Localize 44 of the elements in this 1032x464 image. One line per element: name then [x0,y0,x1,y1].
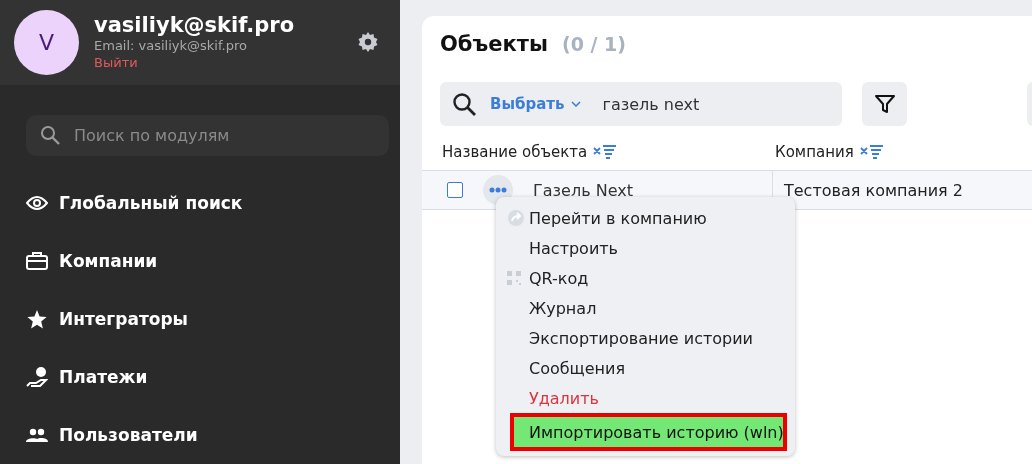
module-search-bar[interactable]: Поиск по модулям [26,114,389,156]
menu-item[interactable]: Экспортирование истории [496,323,795,353]
nav-item[interactable]: Глобальный поиск [0,174,400,232]
more-dots-icon [489,187,507,193]
menu-item[interactable]: Сообщения [496,353,795,383]
menu-item[interactable]: Импортировать историю (wln) [510,413,787,451]
search-bar[interactable]: Выбрать газель next [440,82,842,126]
menu-item[interactable]: Удалить [496,383,795,413]
star-icon [26,309,48,329]
filter-icon [873,93,896,115]
users-icon [26,428,48,442]
nav-item[interactable]: Пользователи [0,406,400,464]
nav-item[interactable]: Платежи [0,348,400,406]
filter-button[interactable] [862,82,907,126]
table-cell: Тестовая компания 2 [784,180,963,200]
user-email: Email: vasiliyk@skif.pro [94,38,248,55]
search-icon [452,92,476,116]
search-field[interactable]: газель next [600,93,830,115]
module-search-field[interactable]: Поиск по модулям [72,124,375,146]
column-header[interactable]: Название объекта [442,143,588,161]
row-checkbox[interactable] [447,182,463,198]
hand-coin-icon [26,367,48,387]
eye-icon [26,195,48,211]
clear-sort-icon[interactable] [859,144,884,160]
user-name: vasiliyk@skif.pro [94,12,296,39]
menu-item[interactable]: Настроить [496,233,795,263]
menu-item[interactable]: QR-код [496,263,795,293]
nav-item[interactable]: Интеграторы [0,290,400,348]
settings-icon[interactable] [358,32,378,53]
selection-count: (0 / 1) [561,33,626,55]
user-avatar[interactable]: V [14,9,79,75]
forward-icon [507,209,525,227]
clear-sort-icon[interactable] [593,144,618,160]
table-cell: Газель Next [533,180,633,200]
page-title: Объекты [440,32,548,56]
nav-item[interactable]: Компании [0,232,400,290]
search-icon [40,125,60,146]
field-selector[interactable]: Выбрать [490,95,581,113]
menu-item[interactable]: Перейти в компанию [496,203,795,233]
menu-item[interactable]: Журнал [496,293,795,323]
column-header[interactable]: Компания [775,143,854,161]
chevron-down-icon [570,101,581,107]
qr-code-icon [507,271,521,285]
briefcase-icon [26,252,48,270]
